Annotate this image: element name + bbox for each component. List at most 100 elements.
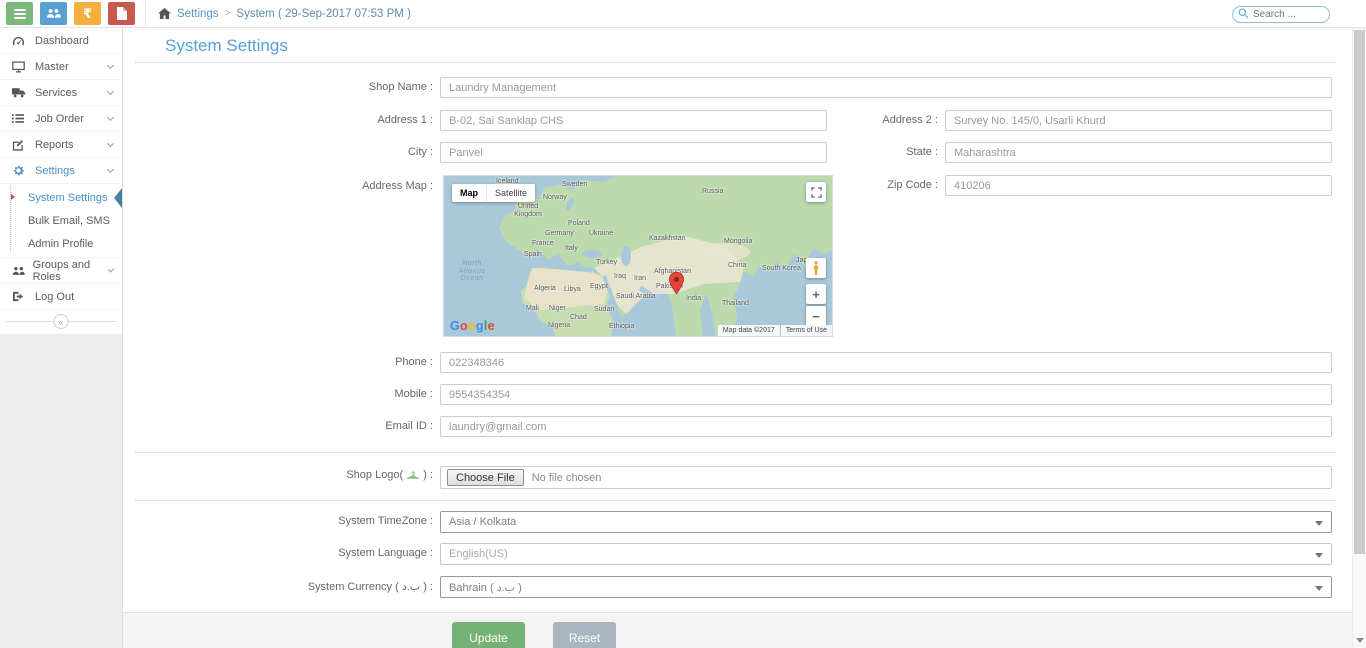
city-label: City : [263, 146, 433, 158]
zoom-out-button[interactable]: − [806, 306, 826, 326]
form-footer [123, 612, 1352, 648]
currency-select[interactable]: Bahrain ( ب.د ) [440, 576, 1332, 598]
address2-input[interactable] [945, 110, 1332, 131]
sidebar-item-master[interactable]: Master [0, 54, 122, 80]
section-divider [135, 452, 1336, 453]
breadcrumb: Settings > System ( 29-Sep-2017 07:53 PM… [146, 8, 411, 20]
state-label: State : [768, 146, 938, 158]
map-country-label: Nigeria [548, 322, 570, 330]
map-type-satellite-button[interactable]: Satellite [486, 184, 535, 202]
pegman-button[interactable] [806, 258, 826, 278]
section-divider [135, 500, 1336, 501]
terms-of-use-link[interactable]: Terms of Use [781, 325, 832, 336]
rupee-icon[interactable]: ₹ [74, 2, 101, 25]
sidebar-item-groups-and-roles[interactable]: Groups and Roles [0, 258, 122, 284]
map-country-label: Sweden [562, 181, 587, 189]
map-country-label: Saudi Arabia [616, 293, 656, 301]
scrollbar-down-button[interactable] [1356, 638, 1364, 643]
chevron-down-icon [107, 165, 114, 172]
email-input[interactable] [440, 416, 1332, 437]
hamburger-icon [14, 9, 26, 19]
active-marker-icon [114, 188, 122, 208]
active-bullet-icon [11, 194, 15, 200]
submenu-item-bulk-email-sms[interactable]: Bulk Email, SMS [0, 209, 122, 232]
timezone-select[interactable]: Asia / Kolkata [440, 511, 1332, 533]
sidebar-nav: Dashboard Master Services [0, 28, 122, 334]
map-country-label: Mali [526, 305, 539, 313]
map-country-label: Libya [564, 286, 581, 294]
title-divider [135, 62, 1336, 63]
sidebar-collapse-control[interactable]: « [0, 310, 122, 334]
shop-name-input[interactable] [440, 77, 1332, 98]
zip-input[interactable] [945, 175, 1332, 196]
map-marker-pin[interactable] [669, 272, 684, 300]
map-country-label: Iraq [614, 273, 626, 281]
map-country-label: Norway [543, 194, 567, 202]
fullscreen-button[interactable] [806, 182, 826, 202]
users-icon[interactable] [40, 2, 67, 25]
mobile-input[interactable] [440, 384, 1332, 405]
map-country-label: Algeria [534, 285, 556, 293]
state-input[interactable] [945, 142, 1332, 163]
sidebar-item-reports[interactable]: Reports [0, 132, 122, 158]
fullscreen-icon [811, 187, 822, 198]
scrollbar-thumb[interactable] [1354, 30, 1365, 554]
phone-input[interactable] [440, 352, 1332, 373]
map-country-label: Turkey [596, 259, 617, 267]
map-country-label: India [686, 295, 701, 303]
topbar: ₹ Settings > System ( 29-Sep-2017 07:53 … [0, 0, 1366, 28]
chevron-down-icon [107, 113, 114, 120]
zoom-in-button[interactable]: + [806, 284, 826, 304]
choose-file-button[interactable]: Choose File [447, 469, 524, 486]
map-country-label: Kazakhstan [649, 235, 686, 243]
sidebar-item-dashboard[interactable]: Dashboard [0, 28, 122, 54]
submenu-item-system-settings[interactable]: System Settings [0, 186, 122, 209]
app-window: ₹ Settings > System ( 29-Sep-2017 07:53 … [0, 0, 1366, 648]
map-country-label: North Atlantic Ocean [450, 260, 494, 283]
file-icon[interactable] [108, 2, 135, 25]
breadcrumb-current-page: System ( 29-Sep-2017 07:53 PM ) [236, 8, 411, 20]
language-select[interactable]: English(US) [440, 543, 1332, 565]
breadcrumb-settings-link[interactable]: Settings [177, 8, 219, 20]
submenu-item-label: System Settings [28, 192, 107, 204]
dashboard-icon [12, 35, 29, 47]
sidebar-item-label: Log Out [35, 291, 74, 303]
map-country-label: Iran [634, 275, 646, 283]
sidebar-item-log-out[interactable]: Log Out [0, 284, 122, 310]
shop-logo-label-suffix: ) : [423, 469, 433, 481]
address-map-label: Address Map : [263, 180, 433, 192]
map-country-label: South Korea [762, 265, 801, 273]
users-group-icon [12, 266, 27, 276]
sidebar-item-services[interactable]: Services [0, 80, 122, 106]
reset-button[interactable]: Reset [553, 622, 616, 648]
map-country-label: Sudan [594, 306, 614, 314]
map-country-label: Ethiopia [609, 323, 634, 331]
map-type-map-button[interactable]: Map [452, 184, 486, 202]
logo-letter: G [450, 319, 460, 333]
submenu-item-label: Bulk Email, SMS [28, 215, 110, 227]
topbar-nav-icons: ₹ [0, 2, 141, 25]
sidebar-item-settings[interactable]: Settings [0, 158, 122, 184]
update-button[interactable]: Update [452, 622, 525, 648]
settings-submenu: System Settings Bulk Email, SMS Admin Pr… [0, 184, 122, 258]
menu-icon[interactable] [6, 2, 33, 25]
select-caret-icon [1315, 521, 1323, 526]
map-data-text: Map data ©2017 [718, 325, 780, 336]
chevron-down-icon [107, 61, 114, 68]
sidebar-item-job-order[interactable]: Job Order [0, 106, 122, 132]
search-container [1232, 4, 1330, 23]
submenu-item-admin-profile[interactable]: Admin Profile [0, 232, 122, 255]
google-map[interactable]: IcelandSwedenNorwayRussiaUnited KingdomP… [443, 175, 833, 337]
submenu-item-label: Admin Profile [28, 238, 93, 250]
timezone-value: Asia / Kolkata [449, 516, 516, 528]
map-country-label: Italy [565, 245, 578, 253]
shop-logo-label-prefix: Shop Logo( [346, 469, 403, 481]
map-country-label: France [532, 240, 554, 248]
map-country-label: Poland [568, 220, 590, 228]
sidebar-item-label: Services [35, 87, 77, 99]
monitor-icon [12, 61, 29, 73]
google-logo[interactable]: Google [450, 319, 495, 333]
map-country-label: Thailand [722, 300, 749, 308]
file-glyph-icon [116, 7, 127, 20]
map-attribution: Map data ©2017 Terms of Use [718, 325, 832, 336]
